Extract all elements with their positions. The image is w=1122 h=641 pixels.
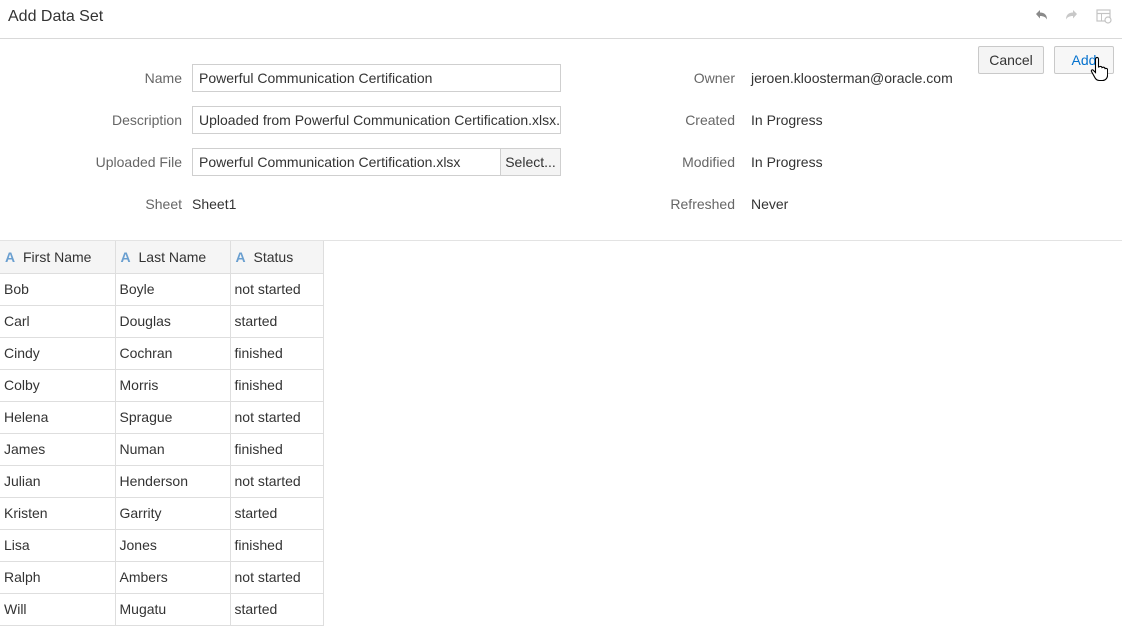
owner-value: jeroen.kloosterman@oracle.com [751,70,953,86]
created-label: Created [685,112,735,128]
table-cell: not started [229,560,324,594]
uploaded-file-name: Powerful Communication Certification.xls… [199,154,461,170]
table-row: Lisa Jones finished [0,528,324,562]
data-preview-table: A First Name A Last Name A Status Bob Boyle n… [0,241,324,626]
table-row: Julian Henderson not started [0,464,324,498]
table-row: Will Mugatu started [0,592,324,626]
refreshed-label: Refreshed [670,196,735,212]
column-header-first-name[interactable]: A First Name [0,241,116,274]
undo-icon[interactable] [1032,7,1050,25]
table-cell: Boyle [114,272,231,306]
description-field[interactable]: Uploaded from Powerful Communication Cer… [192,106,561,134]
text-type-icon: A [235,248,246,265]
dataset-settings-icon[interactable] [1095,7,1113,25]
uploaded-file-field: Powerful Communication Certification.xls… [192,148,561,176]
table-row: Kristen Garrity started [0,496,324,530]
sheet-label: Sheet [145,196,182,212]
table-cell: Garrity [114,496,231,530]
table-cell: Morris [114,368,231,402]
table-cell: Numan [114,432,231,466]
column-header-label: Status [253,248,294,265]
column-header-last-name[interactable]: A Last Name [114,241,231,274]
column-header-label: First Name [23,248,92,265]
table-cell: Douglas [114,304,231,338]
select-file-button[interactable]: Select... [500,149,560,175]
owner-label: Owner [693,70,735,86]
table-cell: Helena [0,400,116,434]
table-cell: Colby [0,368,116,402]
sheet-value: Sheet1 [192,196,237,212]
text-type-icon: A [120,248,131,265]
table-row: Bob Boyle not started [0,272,324,306]
redo-icon[interactable] [1063,7,1081,25]
table-row: James Numan finished [0,432,324,466]
table-cell: finished [229,432,324,466]
refreshed-value: Never [751,196,789,212]
table-cell: Kristen [0,496,116,530]
table-cell: Mugatu [114,592,231,626]
table-cell: Bob [0,272,116,306]
description-label: Description [111,112,182,128]
modified-label: Modified [682,154,735,170]
table-cell: Carl [0,304,116,338]
uploaded-file-label: Uploaded File [95,154,182,170]
table-cell: not started [229,400,324,434]
table-cell: Jones [114,528,231,562]
table-cell: Ralph [0,560,116,594]
table-cell: Henderson [114,464,231,498]
column-header-label: Last Name [138,248,207,265]
cancel-button[interactable]: Cancel [978,46,1044,74]
table-cell: Cochran [114,336,231,370]
table-cell: started [229,304,324,338]
table-cell: not started [229,272,324,306]
created-value: In Progress [751,112,823,128]
table-cell: Sprague [114,400,231,434]
table-cell: finished [229,368,324,402]
table-cell: Julian [0,464,116,498]
table-row: Cindy Cochran finished [0,336,324,370]
dialog-title: Add Data Set [8,8,104,25]
table-row: Colby Morris finished [0,368,324,402]
text-type-icon: A [5,248,16,265]
table-cell: James [0,432,116,466]
table-row: Ralph Ambers not started [0,560,324,594]
table-cell: Ambers [114,560,231,594]
table-cell: finished [229,528,324,562]
table-row: Helena Sprague not started [0,400,324,434]
modified-value: In Progress [751,154,823,170]
column-header-status[interactable]: A Status [229,241,324,274]
table-cell: started [229,496,324,530]
dialog-header: Add Data Set [0,0,1122,39]
table-cell: Will [0,592,116,626]
table-cell: Lisa [0,528,116,562]
add-button[interactable]: Add [1054,46,1114,74]
table-cell: not started [229,464,324,498]
name-field[interactable]: Powerful Communication Certification [192,64,561,92]
table-row: Carl Douglas started [0,304,324,338]
table-cell: started [229,592,324,626]
table-cell: finished [229,336,324,370]
table-cell: Cindy [0,336,116,370]
name-label: Name [144,70,182,86]
table-header-row: A First Name A Last Name A Status [0,241,324,274]
